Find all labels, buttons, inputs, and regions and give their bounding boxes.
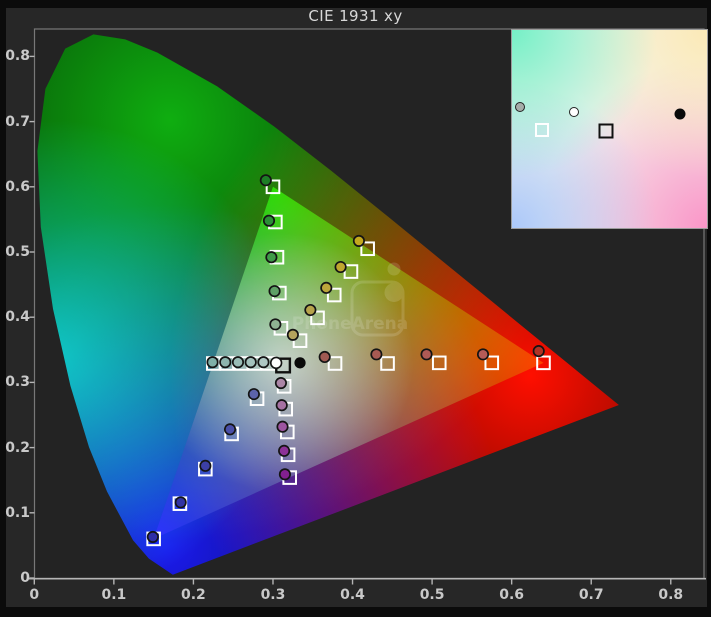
blue-sweep-measured-20% xyxy=(247,388,260,401)
magenta-sweep-measured-40% xyxy=(275,399,288,412)
blue-sweep-measured-40% xyxy=(223,423,237,436)
white-point-inset xyxy=(511,29,708,229)
cyan-sweep-measured-60% xyxy=(231,356,245,369)
red-sweep-measured-60% xyxy=(420,348,433,361)
cyan-sweep-measured-80% xyxy=(219,356,232,369)
watermark-person-head-icon xyxy=(387,262,401,276)
magenta-sweep-measured-20% xyxy=(274,377,287,390)
watermark-text: PhoneArena xyxy=(292,314,409,334)
blue-sweep-measured-100% xyxy=(146,530,159,543)
inset-cyan-20-measured xyxy=(514,102,525,113)
page-title: CIE 1931 xy xyxy=(308,7,403,25)
yellow-sweep-measured-100% xyxy=(352,234,365,247)
white-black-dot xyxy=(294,357,306,369)
magenta-sweep-measured-60% xyxy=(276,420,289,433)
green-sweep-measured-80% xyxy=(262,214,276,227)
cyan-sweep-measured-20% xyxy=(257,356,270,369)
cyan-sweep-measured-40% xyxy=(244,356,257,369)
inset-white-target xyxy=(598,123,614,139)
yellow-sweep-measured-40% xyxy=(304,303,317,317)
green-sweep-measured-40% xyxy=(268,285,281,298)
inset-white-measured xyxy=(569,107,580,118)
cie-chart-screen: PhoneArena 0 0 0.1 0.1 0.2 0.2 0.3 0.3 0.4 0.4 0.5… xyxy=(0,0,711,617)
watermark-person-body-icon xyxy=(384,283,404,302)
white-measured-circle xyxy=(269,356,283,370)
blue-sweep-measured-60% xyxy=(199,459,212,472)
red-sweep-measured-80% xyxy=(476,348,490,361)
green-sweep-measured-60% xyxy=(265,251,278,264)
cyan-sweep-measured-100% xyxy=(206,356,219,369)
green-sweep-measured-100% xyxy=(259,174,272,187)
yellow-sweep-measured-80% xyxy=(334,260,347,274)
blue-sweep-measured-80% xyxy=(174,496,187,509)
inset-black-dot xyxy=(674,108,686,120)
green-sweep-measured-20% xyxy=(269,318,282,331)
magenta-sweep-measured-100% xyxy=(278,468,291,481)
red-sweep-measured-20% xyxy=(318,350,331,364)
red-sweep-measured-100% xyxy=(532,345,545,358)
yellow-sweep-measured-60% xyxy=(320,281,333,294)
magenta-sweep-measured-80% xyxy=(278,444,291,457)
inset-cyan-20-target xyxy=(535,122,550,137)
yellow-sweep-measured-20% xyxy=(286,328,299,341)
red-sweep-measured-40% xyxy=(370,348,383,361)
